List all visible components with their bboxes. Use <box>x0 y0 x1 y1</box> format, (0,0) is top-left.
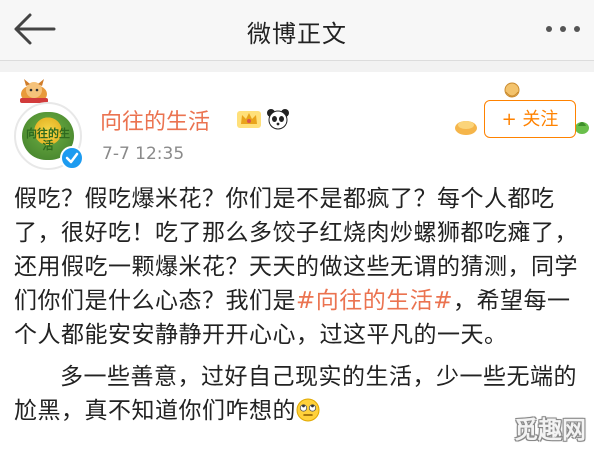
post-paragraph-2: 多一些善意，过好自己现实的生活，少一些无端的尬黑，真不知道你们咋想的 <box>14 360 586 428</box>
hashtag-link[interactable]: #向往的生活# <box>296 288 453 314</box>
crown-badge-icon <box>237 111 261 128</box>
page-title: 微博正文 <box>247 20 347 48</box>
post-paragraph-1: 假吃？假吃爆米花？你们是不是都疯了？每个人都吃了，很好吃！吃了那么多饺子红烧肉炒… <box>14 182 586 352</box>
follow-button[interactable]: + 关注 <box>484 100 576 138</box>
post-content: 假吃？假吃爆米花？你们是不是都疯了？每个人都吃了，很好吃！吃了那么多饺子红烧肉炒… <box>14 182 586 428</box>
rolling-eyes-emoji-icon <box>296 398 320 422</box>
post-timestamp: 7-7 12:35 <box>102 144 185 164</box>
verified-badge-icon <box>60 146 84 170</box>
weibo-post-card: 向往的生活 向往的生活 7-7 12:35 + 关注 假吃？假吃爆米花？你们是不… <box>0 72 594 451</box>
top-navigation-bar: 微博正文 <box>0 0 594 61</box>
panda-badge-icon <box>267 109 289 130</box>
watermark: 觅趣网 <box>514 416 586 444</box>
post-author-name[interactable]: 向往的生活 <box>100 104 210 136</box>
dog-sticker-icon <box>20 79 48 103</box>
more-options-icon[interactable] <box>544 26 582 34</box>
